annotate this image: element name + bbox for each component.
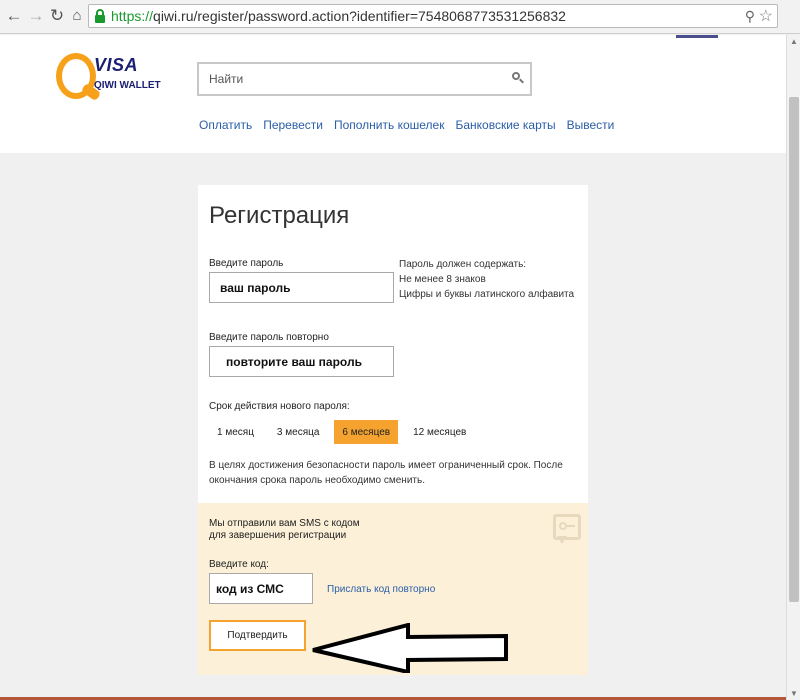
code-label: Введите код:: [209, 559, 269, 570]
header-accent-tab: [676, 35, 718, 38]
url-text[interactable]: https://qiwi.ru/register/password.action…: [111, 8, 566, 24]
bookmark-star-icon[interactable]: ☆: [759, 6, 773, 26]
logo-brand: VISA: [94, 55, 139, 75]
password-label: Введите пароль: [209, 258, 284, 269]
nav-topup[interactable]: Пополнить кошелек: [334, 118, 445, 132]
security-note: В целях достижения безопасности пароль и…: [209, 460, 563, 486]
period-option-12-months[interactable]: 12 месяцев: [405, 420, 474, 444]
main-nav: Оплатить Перевести Пополнить кошелек Бан…: [199, 118, 614, 132]
nav-pay[interactable]: Оплатить: [199, 118, 252, 132]
period-selector: 1 месяц 3 месяца 6 месяцев 12 месяцев: [209, 420, 481, 444]
confirm-button[interactable]: Подтвердить: [209, 620, 306, 651]
lock-icon: [95, 9, 105, 23]
logo-subtitle: QIWI WALLET: [94, 80, 161, 91]
repeat-password-field[interactable]: повторите ваш пароль: [209, 346, 394, 377]
period-option-1-month[interactable]: 1 месяц: [209, 420, 262, 444]
resend-code-link[interactable]: Прислать код повторно: [327, 584, 435, 595]
scrollbar-thumb[interactable]: [789, 97, 799, 602]
site-header: VISA QIWI WALLET Оплатить Перевести Попо…: [0, 35, 786, 153]
scrollbar[interactable]: ▲ ▼: [786, 35, 800, 700]
password-hint: Пароль должен содержать: Не менее 8 знак…: [399, 257, 574, 302]
period-label: Срок действия нового пароля:: [209, 401, 350, 412]
zoom-icon[interactable]: ⚲: [745, 8, 755, 25]
home-icon[interactable]: ⌂: [67, 6, 87, 26]
back-arrow-icon[interactable]: ←: [4, 6, 24, 26]
page-title: Регистрация: [209, 202, 350, 229]
address-bar[interactable]: https://qiwi.ru/register/password.action…: [88, 4, 778, 28]
nav-transfer[interactable]: Перевести: [263, 118, 323, 132]
browser-toolbar: ← → ↻ ⌂ https://qiwi.ru/register/passwor…: [0, 0, 800, 34]
sms-key-icon: [553, 514, 582, 546]
annotation-arrow: [312, 623, 508, 673]
period-option-6-months[interactable]: 6 месяцев: [334, 420, 399, 444]
hint-line: Не менее 8 знаков: [399, 274, 486, 285]
qiwi-visa-logo[interactable]: VISA QIWI WALLET: [56, 53, 166, 113]
scroll-up-icon[interactable]: ▲: [790, 37, 798, 46]
registration-card: Регистрация Введите пароль ваш пароль Па…: [198, 185, 588, 675]
nav-bank-cards[interactable]: Банковские карты: [455, 118, 555, 132]
forward-arrow-icon[interactable]: →: [26, 6, 46, 26]
nav-withdraw[interactable]: Вывести: [567, 118, 615, 132]
url-scheme: https://: [111, 8, 154, 24]
repeat-password-label: Введите пароль повторно: [209, 332, 329, 343]
scroll-down-icon[interactable]: ▼: [790, 689, 798, 698]
search-box: [197, 62, 532, 96]
sms-code-field[interactable]: код из СМС: [209, 573, 313, 604]
search-input[interactable]: [209, 70, 509, 88]
url-path: qiwi.ru/register/password.action?identif…: [153, 8, 566, 24]
search-icon[interactable]: [512, 72, 524, 84]
reload-icon[interactable]: ↻: [47, 6, 67, 26]
period-option-3-months[interactable]: 3 месяца: [269, 420, 327, 444]
hint-line: Цифры и буквы латинского алфавита: [399, 289, 575, 300]
hint-line: Пароль должен содержать:: [399, 259, 527, 270]
sms-sent-message: Мы отправили вам SMS с кодом для заверше…: [209, 518, 360, 541]
password-field[interactable]: ваш пароль: [209, 272, 394, 303]
